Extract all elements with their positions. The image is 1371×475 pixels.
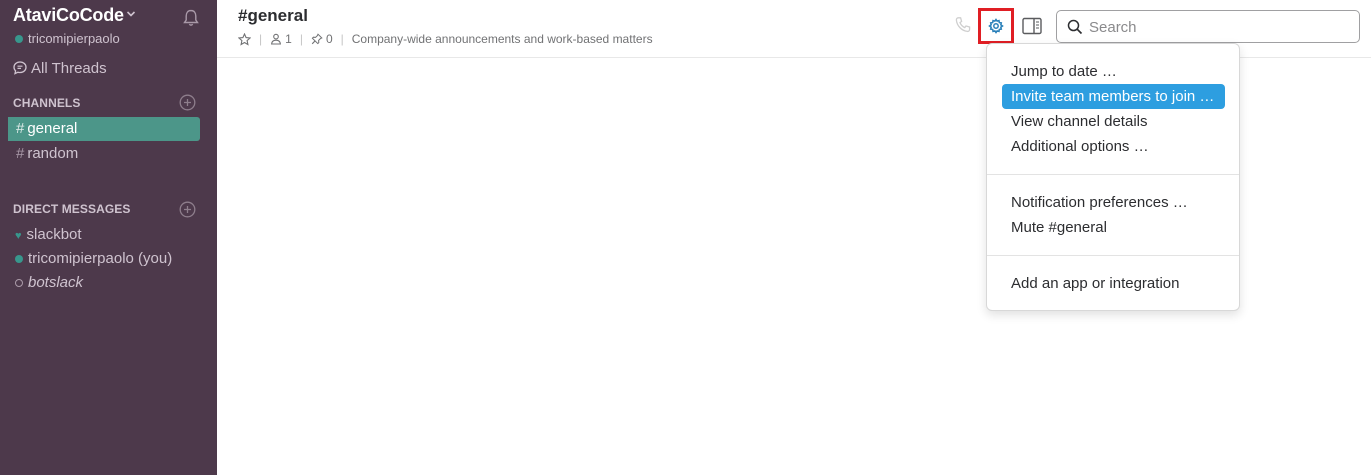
search-icon — [1067, 19, 1083, 35]
dm-item-self[interactable]: tricomipierpaolo (you) — [15, 249, 172, 269]
pin-icon — [311, 33, 323, 45]
channel-name: general — [27, 120, 78, 137]
phone-icon[interactable] — [954, 16, 972, 34]
presence-online-icon — [15, 35, 23, 43]
star-icon[interactable] — [238, 32, 251, 46]
dm-item-botslack[interactable]: botslack — [15, 273, 83, 293]
menu-divider — [987, 174, 1239, 175]
menu-item-view-channel-details[interactable]: View channel details — [1002, 109, 1225, 134]
meta-separator: | — [340, 32, 344, 46]
current-user[interactable]: tricomipierpaolo — [15, 31, 120, 46]
dm-name: slackbot — [26, 226, 82, 243]
sidebar: AtaviCoCode tricomipierpaolo All Threads… — [0, 0, 217, 475]
dm-name: tricomipierpaolo (you) — [28, 250, 173, 267]
heart-icon: ♥ — [15, 230, 22, 242]
member-count-value: 1 — [285, 32, 292, 46]
dm-item-slackbot[interactable]: ♥ slackbot — [15, 225, 82, 246]
direct-messages-heading[interactable]: DIRECT MESSAGES — [13, 202, 131, 216]
gear-icon — [988, 18, 1004, 34]
all-threads-label: All Threads — [31, 60, 107, 77]
threads-icon — [13, 61, 27, 75]
channel-name: random — [27, 145, 79, 162]
hash-icon: # — [16, 145, 25, 162]
meta-separator: | — [299, 32, 303, 46]
menu-item-jump-to-date[interactable]: Jump to date … — [1002, 59, 1225, 84]
pinned-count-value: 0 — [325, 32, 333, 46]
meta-separator: | — [259, 32, 263, 46]
team-name[interactable]: AtaviCoCode — [13, 5, 124, 26]
details-panel-icon[interactable] — [1022, 17, 1042, 35]
user-name: tricomipierpaolo — [28, 31, 120, 46]
channel-description[interactable]: Company-wide announcements and work-base… — [352, 32, 653, 46]
member-count[interactable]: 1 — [270, 32, 292, 46]
channel-item-general[interactable]: # general — [8, 117, 200, 141]
menu-item-additional-options[interactable]: Additional options … — [1002, 134, 1225, 159]
search-input[interactable] — [1087, 17, 1351, 38]
menu-divider — [987, 255, 1239, 256]
presence-online-icon — [15, 255, 23, 263]
channel-title[interactable]: #general — [238, 6, 308, 26]
presence-away-icon — [15, 279, 23, 287]
channels-heading[interactable]: CHANNELS — [13, 96, 80, 110]
add-channel-icon[interactable] — [179, 94, 196, 111]
menu-item-invite-members[interactable]: Invite team members to join … — [1002, 84, 1225, 109]
pinned-count[interactable]: 0 — [311, 32, 333, 46]
hash-icon: # — [16, 120, 25, 137]
bell-icon[interactable] — [181, 8, 201, 28]
all-threads-link[interactable]: All Threads — [12, 60, 107, 77]
add-direct-message-icon[interactable] — [179, 201, 196, 218]
chevron-down-icon[interactable] — [126, 10, 136, 18]
person-icon — [271, 33, 282, 45]
channel-item-random[interactable]: # random — [8, 142, 200, 166]
dm-name: botslack — [28, 274, 84, 291]
channel-settings-menu: Jump to date … Invite team members to jo… — [986, 43, 1240, 311]
menu-item-mute-channel[interactable]: Mute #general — [1002, 215, 1225, 240]
menu-item-add-app[interactable]: Add an app or integration — [1002, 271, 1225, 296]
channel-meta: | 1 | 0 | Company-wide announcements and… — [238, 32, 653, 46]
channel-settings-button[interactable] — [978, 8, 1014, 44]
menu-item-notification-preferences[interactable]: Notification preferences … — [1002, 190, 1225, 215]
search-box[interactable] — [1056, 10, 1360, 43]
